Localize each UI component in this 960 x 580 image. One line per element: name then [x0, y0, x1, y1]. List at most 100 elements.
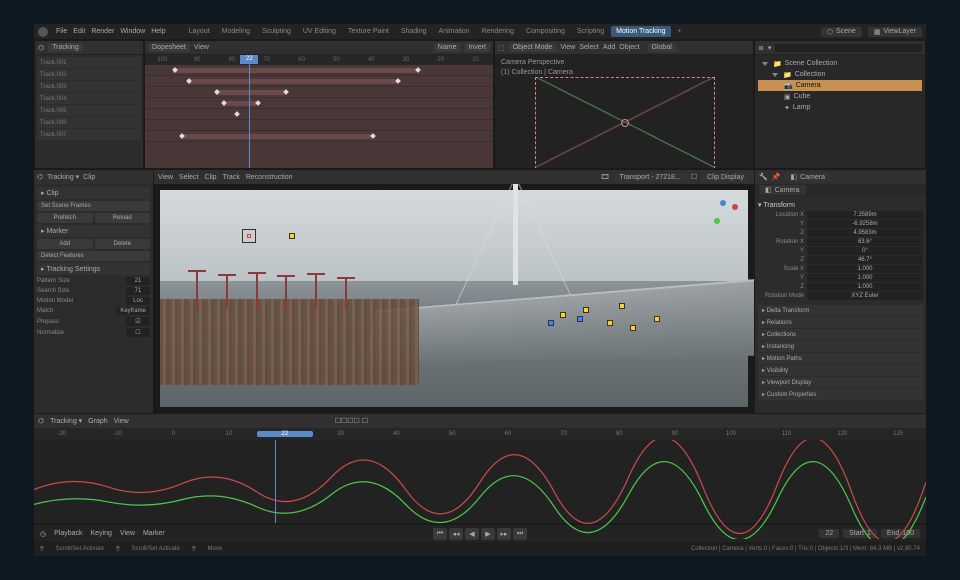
prepass-checkbox[interactable]: ☑	[126, 317, 150, 326]
clip-clip-menu[interactable]: Clip	[205, 174, 217, 181]
detect-features-button[interactable]: Detect Features	[37, 251, 150, 261]
play-reverse-button[interactable]: ◀	[465, 528, 479, 540]
graph-canvas[interactable]	[34, 440, 926, 523]
pin-icon[interactable]: 📌	[772, 173, 781, 181]
clip-display-popover[interactable]: Clip Display	[701, 173, 750, 182]
tab-layout[interactable]: Layout	[184, 26, 215, 37]
menu-edit[interactable]: Edit	[73, 28, 85, 35]
track-row[interactable]: Track.002	[37, 69, 141, 80]
track-row[interactable]: Track.004	[37, 93, 141, 104]
track-point[interactable]	[654, 316, 660, 322]
tab-sculpting[interactable]: Sculpting	[257, 26, 296, 37]
set-scene-frames-button[interactable]: Set Scene Frames	[37, 201, 150, 211]
rotation-y-input[interactable]: 0°	[807, 247, 923, 255]
visibility-section[interactable]: ▸ Visibility	[758, 365, 923, 376]
play-button[interactable]: ▶	[481, 528, 495, 540]
scale-y-input[interactable]: 1.000	[807, 274, 923, 282]
navigation-gizmo[interactable]	[712, 200, 738, 226]
editor-type-icon[interactable]: 🔧	[759, 173, 768, 181]
track-row[interactable]: Track.005	[37, 105, 141, 116]
tab-animation[interactable]: Animation	[434, 26, 475, 37]
clip-section-header[interactable]: ▸ Clip	[37, 187, 150, 199]
scale-z-input[interactable]: 1.000	[807, 283, 923, 291]
transform-section[interactable]: ▾ Transform	[758, 199, 923, 211]
graph-view-menu[interactable]: View	[114, 418, 129, 425]
location-z-input[interactable]: 4.9583m	[807, 229, 923, 237]
track-row[interactable]: Track.003	[37, 81, 141, 92]
object-name-field[interactable]: ◧ Camera	[759, 185, 806, 195]
settings-section-header[interactable]: ▸ Tracking Settings	[37, 263, 150, 275]
pattern-size-input[interactable]: 21	[126, 277, 150, 285]
vp-select-menu[interactable]: Select	[579, 44, 598, 51]
tab-scripting[interactable]: Scripting	[572, 26, 609, 37]
tab-texpaint[interactable]: Texture Paint	[343, 26, 394, 37]
dopesheet-view-menu[interactable]: View	[194, 44, 209, 51]
location-x-input[interactable]: 7.3589m	[807, 211, 923, 219]
match-select[interactable]: Keyframe	[116, 307, 150, 315]
invert-toggle[interactable]: Invert	[464, 43, 490, 52]
tab-modeling[interactable]: Modeling	[217, 26, 255, 37]
outliner-filter-icon[interactable]: ▾	[768, 44, 772, 52]
instancing-section[interactable]: ▸ Instancing	[758, 341, 923, 352]
editor-type-icon[interactable]: ⬚	[498, 44, 505, 52]
tab-motion-tracking[interactable]: Motion Tracking	[611, 26, 670, 37]
dopesheet-body[interactable]: 100908070605040302010 22	[145, 55, 493, 168]
tab-rendering[interactable]: Rendering	[477, 26, 519, 37]
track-point-selected[interactable]	[577, 316, 583, 322]
outliner-row[interactable]: 📁Collection	[758, 69, 922, 80]
vp-object-menu[interactable]: Object	[619, 44, 639, 51]
editor-type-icon[interactable]: ⌬	[37, 173, 43, 181]
rotation-x-input[interactable]: 63.6°	[807, 238, 923, 246]
collections-section[interactable]: ▸ Collections	[758, 329, 923, 340]
relations-section[interactable]: ▸ Relations	[758, 317, 923, 328]
orientation-select[interactable]: Global	[648, 43, 676, 52]
viewlayer-selector[interactable]: ▦ViewLayer	[868, 27, 922, 37]
menu-render[interactable]: Render	[91, 28, 114, 35]
tab-shading[interactable]: Shading	[396, 26, 432, 37]
clip-mode-select[interactable]: Clip	[83, 174, 95, 181]
editor-type-icon[interactable]: ≣	[758, 44, 764, 52]
object-mode-select[interactable]: Object Mode	[509, 43, 557, 52]
clip-canvas[interactable]	[154, 184, 754, 413]
track-point[interactable]	[619, 303, 625, 309]
delta-transform-section[interactable]: ▸ Delta Transform	[758, 305, 923, 316]
outliner-row[interactable]: 📁Scene Collection	[758, 58, 922, 69]
clip-select-menu[interactable]: Select	[179, 174, 198, 181]
prev-keyframe-button[interactable]: ◂◂	[449, 528, 463, 540]
tracking-mode-select[interactable]: Tracking	[48, 43, 83, 52]
outliner-row-cube[interactable]: ▣Cube	[758, 91, 922, 102]
disclosure-icon[interactable]	[772, 73, 778, 77]
rotation-mode-select[interactable]: XYZ Euler	[807, 292, 923, 300]
track-row[interactable]: Track.007	[37, 129, 141, 140]
jump-start-button[interactable]: ⏮	[433, 528, 447, 540]
track-row[interactable]: Track.001	[37, 57, 141, 68]
outliner-row-lamp[interactable]: ✦Lamp	[758, 102, 922, 113]
tracker-marker[interactable]	[242, 229, 256, 243]
clip-name-field[interactable]: Transport - 27218...	[614, 173, 687, 182]
motion-paths-section[interactable]: ▸ Motion Paths	[758, 353, 923, 364]
add-marker-button[interactable]: Add	[37, 239, 93, 249]
reload-button[interactable]: Reload	[95, 213, 151, 223]
track-row[interactable]: Track.006	[37, 117, 141, 128]
next-keyframe-button[interactable]: ▸▸	[497, 528, 511, 540]
track-point[interactable]	[289, 233, 295, 239]
track-point[interactable]	[607, 320, 613, 326]
track-point-selected[interactable]	[548, 320, 554, 326]
editor-type-icon[interactable]: ⌬	[38, 417, 44, 425]
clip-reconstruction-menu[interactable]: Reconstruction	[246, 174, 293, 181]
prefetch-button[interactable]: Prefetch	[37, 213, 93, 223]
jump-end-button[interactable]: ⏭	[513, 528, 527, 540]
menu-window[interactable]: Window	[120, 28, 145, 35]
menu-file[interactable]: File	[56, 28, 67, 35]
viewport3d-canvas[interactable]: Camera Perspective (1) Collection | Came…	[495, 55, 753, 168]
track-point[interactable]	[630, 325, 636, 331]
editor-type-icon[interactable]: ⌬	[38, 44, 44, 52]
motion-model-select[interactable]: Loc	[126, 297, 150, 305]
dopesheet-toggle[interactable]: Dopesheet	[148, 43, 190, 52]
graph-body[interactable]: -20-100102230405060708090100110120125	[34, 428, 926, 523]
outliner-search-input[interactable]	[775, 44, 922, 52]
viewport-display-section[interactable]: ▸ Viewport Display	[758, 377, 923, 388]
disclosure-icon[interactable]	[762, 62, 768, 66]
tracking-mode-select[interactable]: Tracking ▾	[47, 173, 79, 181]
clip-view-menu[interactable]: View	[158, 174, 173, 181]
